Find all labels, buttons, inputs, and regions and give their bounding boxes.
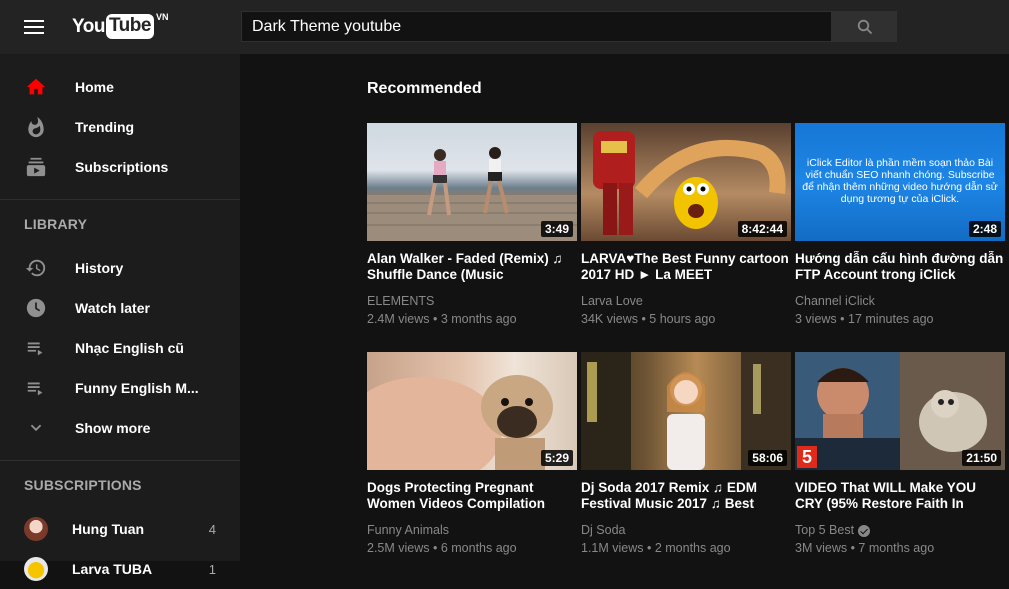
- video-thumbnail[interactable]: 3:49: [367, 123, 577, 241]
- search-icon: [857, 19, 872, 34]
- subscription-count: 4: [208, 521, 216, 537]
- channel-name[interactable]: Dj Soda: [581, 522, 791, 539]
- rank-badge: 5: [797, 446, 817, 468]
- chevron-down-icon: [24, 416, 48, 440]
- logo-you: You: [72, 16, 105, 37]
- sidebar-item-playlist-1[interactable]: Nhạc English cũ: [0, 328, 240, 368]
- home-icon: [24, 75, 48, 99]
- sidebar-item-history[interactable]: History: [0, 248, 240, 288]
- video-duration: 3:49: [540, 221, 573, 237]
- sidebar-item-trending[interactable]: Trending: [0, 107, 240, 147]
- subscription-name: Larva TUBA: [72, 561, 153, 577]
- video-title[interactable]: Alan Walker - Faded (Remix) ♫ Shuffle Da…: [367, 251, 577, 283]
- video-thumbnail[interactable]: 5 21:50: [795, 352, 1005, 470]
- sidebar-item-label: Funny English M...: [75, 380, 199, 396]
- video-title[interactable]: VIDEO That WILL Make YOU CRY (95% Restor…: [795, 480, 1005, 512]
- sidebar: Home Trending Subscriptions LIBRARY Hist…: [0, 54, 240, 581]
- subscription-item[interactable]: Hung Tuan 4: [0, 509, 240, 549]
- video-thumbnail[interactable]: 58:06: [581, 352, 791, 470]
- subscriptions-header: SUBSCRIPTIONS: [24, 477, 142, 493]
- youtube-logo[interactable]: You Tube VN: [72, 12, 169, 40]
- library-header: LIBRARY: [24, 216, 88, 232]
- sidebar-item-label: History: [75, 260, 124, 276]
- video-duration: 58:06: [748, 450, 787, 466]
- subscription-count: 1: [208, 561, 216, 577]
- channel-name[interactable]: Larva Love: [581, 293, 791, 310]
- sidebar-item-label: Watch later: [75, 300, 150, 316]
- channel-row: Top 5 Best: [795, 522, 1005, 539]
- video-card[interactable]: 3:49 Alan Walker - Faded (Remix) ♫ Shuff…: [367, 123, 577, 328]
- sidebar-item-subscriptions[interactable]: Subscriptions: [0, 147, 240, 187]
- logo-country-code: VN: [155, 12, 169, 22]
- video-thumbnail[interactable]: 5:29: [367, 352, 577, 470]
- search-input[interactable]: [242, 12, 831, 41]
- video-meta: 3M views • 7 months ago: [795, 541, 935, 555]
- channel-name[interactable]: ELEMENTS: [367, 293, 577, 310]
- video-meta: 3 views • 17 minutes ago: [795, 312, 934, 326]
- video-thumbnail[interactable]: iClick Editor là phần mềm soạn thảo Bài …: [795, 123, 1005, 241]
- sidebar-item-label: Trending: [75, 119, 135, 135]
- search-button[interactable]: [832, 11, 897, 42]
- video-thumbnail[interactable]: 8:42:44: [581, 123, 791, 241]
- playlist-icon: [24, 336, 48, 360]
- avatar: [24, 517, 48, 541]
- menu-icon[interactable]: [24, 17, 46, 37]
- video-duration: 21:50: [962, 450, 1001, 466]
- subscriptions-icon: [24, 155, 48, 179]
- channel-name[interactable]: Channel iClick: [795, 293, 1005, 310]
- logo-tube: Tube: [105, 14, 154, 39]
- thumbnail-text: iClick Editor là phần mềm soạn thảo Bài …: [802, 157, 998, 205]
- video-meta: 1.1M views • 2 months ago: [581, 541, 731, 555]
- sidebar-item-show-more[interactable]: Show more: [0, 408, 240, 448]
- sidebar-item-home[interactable]: Home: [0, 67, 240, 107]
- trending-icon: [24, 115, 48, 139]
- channel-name[interactable]: Top 5 Best: [795, 522, 854, 539]
- sidebar-item-label: Subscriptions: [75, 159, 169, 175]
- video-card[interactable]: 8:42:44 LARVA♥The Best Funny cartoon 201…: [581, 123, 791, 328]
- video-card[interactable]: 5:29 Dogs Protecting Pregnant Women Vide…: [367, 352, 577, 557]
- verified-icon: [858, 524, 871, 537]
- video-duration: 8:42:44: [737, 221, 787, 237]
- video-card[interactable]: iClick Editor là phần mềm soạn thảo Bài …: [795, 123, 1005, 328]
- subscription-name: Hung Tuan: [72, 521, 145, 537]
- video-meta: 2.5M views • 6 months ago: [367, 541, 517, 555]
- video-card[interactable]: 58:06 Dj Soda 2017 Remix ♫ EDM Festival …: [581, 352, 791, 557]
- video-title[interactable]: Hướng dẫn cấu hình đường dẫn FTP Account…: [795, 251, 1005, 283]
- main-content: Recommended 3:49 Alan Walker - Faded (Re…: [240, 54, 1009, 561]
- video-title[interactable]: Dogs Protecting Pregnant Women Videos Co…: [367, 480, 577, 512]
- video-duration: 5:29: [540, 450, 573, 466]
- channel-name[interactable]: Funny Animals: [367, 522, 577, 539]
- subscription-item[interactable]: Larva TUBA 1: [0, 549, 240, 589]
- top-bar: You Tube VN: [0, 0, 1009, 54]
- sidebar-item-label: Nhạc English cũ: [75, 340, 184, 356]
- history-icon: [24, 256, 48, 280]
- watch-later-icon: [24, 296, 48, 320]
- search-box: [241, 11, 832, 42]
- video-title[interactable]: Dj Soda 2017 Remix ♫ EDM Festival Music …: [581, 480, 791, 512]
- video-meta: 2.4M views • 3 months ago: [367, 312, 517, 326]
- section-title: Recommended: [367, 80, 482, 97]
- sidebar-item-watch-later[interactable]: Watch later: [0, 288, 240, 328]
- sidebar-item-playlist-2[interactable]: Funny English M...: [0, 368, 240, 408]
- video-card[interactable]: 5 21:50 VIDEO That WILL Make YOU CRY (95…: [795, 352, 1005, 557]
- sidebar-item-label: Home: [75, 79, 114, 95]
- video-title[interactable]: LARVA♥The Best Funny cartoon 2017 HD ► L…: [581, 251, 791, 283]
- sidebar-item-label: Show more: [75, 420, 151, 436]
- video-duration: 2:48: [968, 221, 1001, 237]
- playlist-icon: [24, 376, 48, 400]
- video-meta: 34K views • 5 hours ago: [581, 312, 716, 326]
